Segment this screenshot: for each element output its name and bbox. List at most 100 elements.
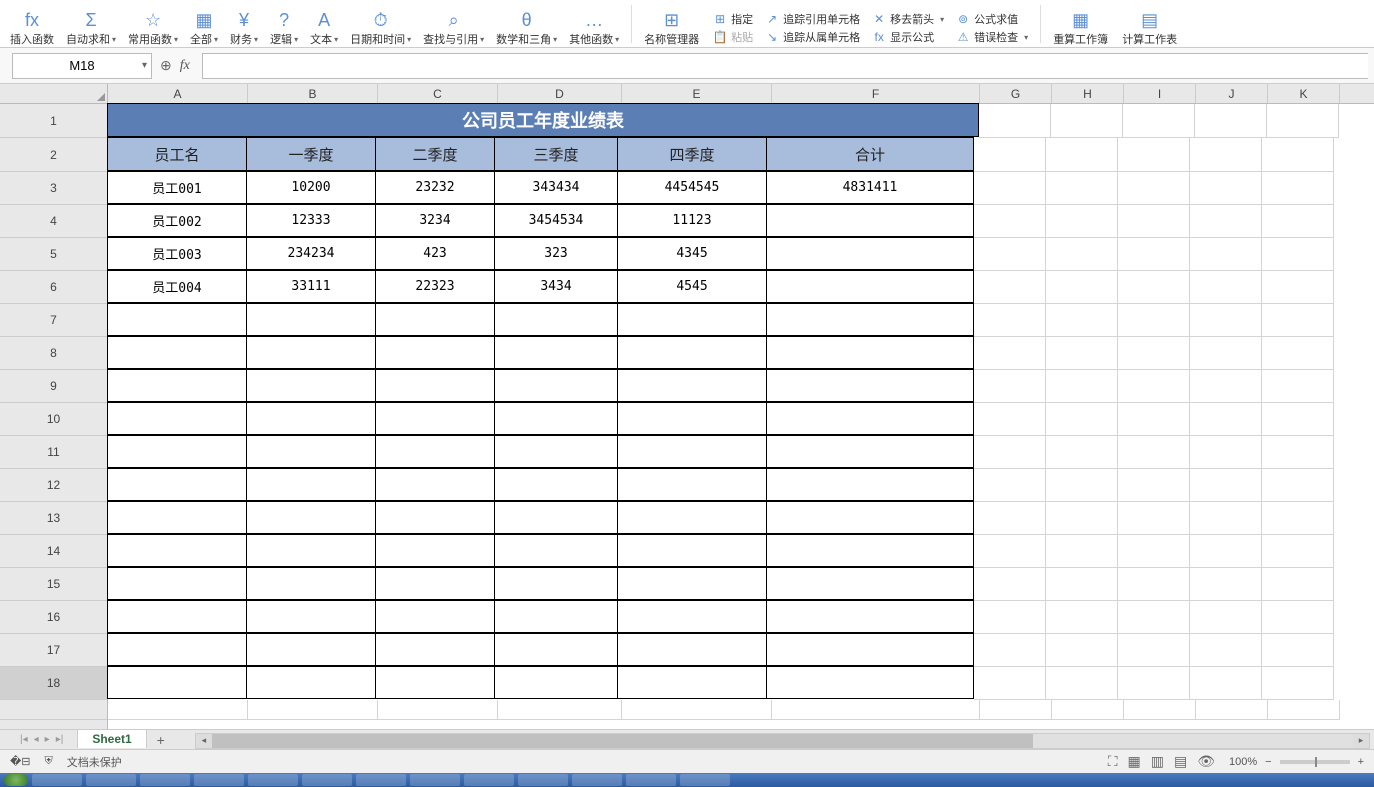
empty-cell[interactable]: [974, 304, 1046, 337]
tab-next-icon[interactable]: ▸: [45, 734, 50, 745]
empty-cell[interactable]: [1190, 568, 1262, 601]
row-header-3[interactable]: 3: [0, 172, 107, 205]
empty-cell[interactable]: [1262, 370, 1334, 403]
empty-cell[interactable]: [375, 369, 495, 402]
empty-cell[interactable]: [1046, 502, 1118, 535]
empty-cell[interactable]: [375, 435, 495, 468]
empty-cell[interactable]: [107, 501, 247, 534]
header-cell[interactable]: 员工名: [107, 137, 247, 171]
row-header-14[interactable]: 14: [0, 535, 107, 568]
col-header-K[interactable]: K: [1268, 84, 1340, 103]
ribbon-small-追踪引用单元格[interactable]: ↗追踪引用单元格: [765, 11, 860, 27]
empty-cell[interactable]: [1046, 304, 1118, 337]
empty-cell[interactable]: [979, 104, 1051, 138]
taskbar-item[interactable]: [356, 774, 406, 786]
ribbon-自动求和-button[interactable]: Σ自动求和: [60, 1, 122, 47]
empty-cell[interactable]: [974, 205, 1046, 238]
data-cell[interactable]: 23232: [375, 171, 495, 204]
col-header-F[interactable]: F: [772, 84, 980, 103]
empty-cell[interactable]: [246, 303, 376, 336]
empty-cell[interactable]: [375, 534, 495, 567]
tab-first-icon[interactable]: |◂: [20, 734, 28, 745]
taskbar-item[interactable]: [86, 774, 136, 786]
col-header-A[interactable]: A: [108, 84, 248, 103]
ribbon-日期和时间-button[interactable]: ⏱日期和时间: [344, 1, 417, 47]
tab-prev-icon[interactable]: ◂: [34, 734, 39, 745]
col-header-G[interactable]: G: [980, 84, 1052, 103]
empty-cell[interactable]: [494, 468, 618, 501]
empty-cell[interactable]: [1046, 337, 1118, 370]
empty-cell[interactable]: [1190, 304, 1262, 337]
empty-cell[interactable]: [246, 567, 376, 600]
empty-cell[interactable]: [494, 303, 618, 336]
row-header-11[interactable]: 11: [0, 436, 107, 469]
empty-cell[interactable]: [1046, 271, 1118, 304]
ribbon-全部-button[interactable]: ▦全部: [184, 1, 224, 47]
header-cell[interactable]: 四季度: [617, 137, 767, 171]
empty-cell[interactable]: [1046, 238, 1118, 271]
empty-cell[interactable]: [246, 336, 376, 369]
empty-cell[interactable]: [766, 600, 974, 633]
empty-cell[interactable]: [980, 700, 1052, 720]
empty-cell[interactable]: [494, 633, 618, 666]
empty-cell[interactable]: [494, 567, 618, 600]
title-cell[interactable]: 公司员工年度业绩表: [107, 103, 979, 137]
name-box-dropdown-icon[interactable]: ▾: [142, 60, 147, 71]
taskbar-item[interactable]: [248, 774, 298, 786]
empty-cell[interactable]: [766, 468, 974, 501]
empty-cell[interactable]: [766, 501, 974, 534]
data-cell[interactable]: 12333: [246, 204, 376, 237]
empty-cell[interactable]: [1118, 205, 1190, 238]
header-cell[interactable]: 二季度: [375, 137, 495, 171]
row-header-13[interactable]: 13: [0, 502, 107, 535]
data-cell[interactable]: [766, 270, 974, 303]
empty-cell[interactable]: [494, 435, 618, 468]
empty-cell[interactable]: [375, 567, 495, 600]
empty-cell[interactable]: [1118, 337, 1190, 370]
empty-cell[interactable]: [246, 435, 376, 468]
empty-cell[interactable]: [766, 633, 974, 666]
data-cell[interactable]: 11123: [617, 204, 767, 237]
empty-cell[interactable]: [1046, 568, 1118, 601]
ribbon-查找与引用-button[interactable]: ⌕查找与引用: [417, 1, 490, 47]
data-cell[interactable]: 3454534: [494, 204, 618, 237]
empty-cell[interactable]: [974, 502, 1046, 535]
recalc-worksheet-button[interactable]: ▤ 计算工作表: [1116, 1, 1183, 47]
name-box[interactable]: M18 ▾: [12, 53, 152, 79]
normal-view-icon[interactable]: ▦: [1128, 753, 1141, 770]
row-header-10[interactable]: 10: [0, 403, 107, 436]
row-header-15[interactable]: 15: [0, 568, 107, 601]
empty-cell[interactable]: [617, 336, 767, 369]
data-cell[interactable]: 4545: [617, 270, 767, 303]
empty-cell[interactable]: [1118, 370, 1190, 403]
empty-cell[interactable]: [1118, 667, 1190, 700]
data-cell[interactable]: [766, 237, 974, 270]
empty-cell[interactable]: [974, 337, 1046, 370]
empty-cell[interactable]: [1190, 238, 1262, 271]
data-cell[interactable]: 员工002: [107, 204, 247, 237]
ribbon-small-移去箭头[interactable]: ✕移去箭头: [872, 11, 944, 27]
empty-cell[interactable]: [107, 468, 247, 501]
tab-last-icon[interactable]: ▸|: [56, 734, 64, 745]
row-header-12[interactable]: 12: [0, 469, 107, 502]
empty-cell[interactable]: [498, 700, 622, 720]
taskbar-item[interactable]: [572, 774, 622, 786]
empty-cell[interactable]: [494, 501, 618, 534]
empty-cell[interactable]: [1262, 634, 1334, 667]
hscroll-right-icon[interactable]: ▸: [1353, 734, 1369, 748]
empty-cell[interactable]: [375, 303, 495, 336]
empty-cell[interactable]: [1046, 469, 1118, 502]
empty-cell[interactable]: [617, 501, 767, 534]
empty-cell[interactable]: [617, 567, 767, 600]
ribbon-逻辑-button[interactable]: ?逻辑: [264, 1, 304, 47]
empty-cell[interactable]: [1052, 700, 1124, 720]
adjust-icon[interactable]: �⊟: [10, 755, 31, 768]
data-cell[interactable]: 3234: [375, 204, 495, 237]
empty-cell[interactable]: [1046, 172, 1118, 205]
col-header-B[interactable]: B: [248, 84, 378, 103]
empty-cell[interactable]: [1046, 205, 1118, 238]
empty-cell[interactable]: [375, 666, 495, 699]
empty-cell[interactable]: [1190, 172, 1262, 205]
empty-cell[interactable]: [766, 666, 974, 699]
empty-cell[interactable]: [107, 303, 247, 336]
